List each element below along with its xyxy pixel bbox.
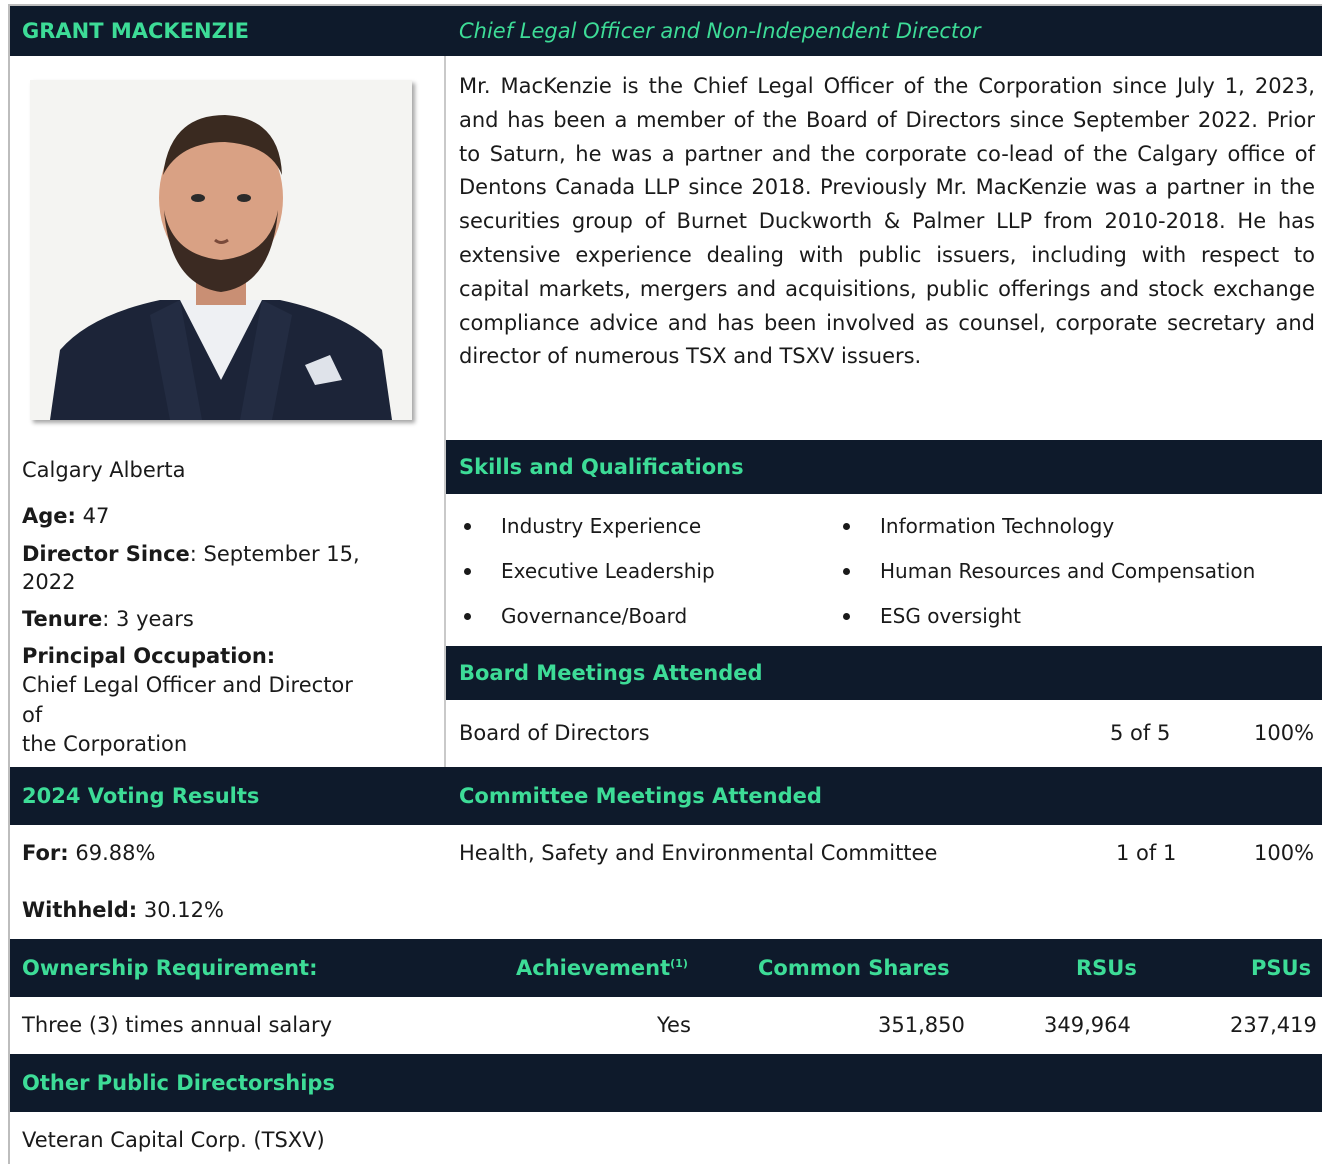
- bullet-icon: [843, 613, 850, 620]
- committee-count: 1 of 1: [1116, 841, 1177, 865]
- voting-for-label: For:: [22, 841, 69, 865]
- occupation-label: Principal Occupation:: [22, 644, 276, 668]
- age-value: 47: [75, 504, 110, 528]
- voting-withheld-label: Withheld:: [22, 898, 138, 922]
- voting-withheld-value: 30.12%: [137, 898, 224, 922]
- achievement-header: Achievement(1): [516, 956, 688, 980]
- bullet-icon: [464, 523, 471, 530]
- age-label: Age:: [22, 504, 76, 528]
- psus-value: 237,419: [1230, 1013, 1317, 1037]
- occupation-line-2: of: [22, 703, 43, 727]
- skills-heading: Skills and Qualifications: [459, 455, 744, 479]
- psus-header: PSUs: [1251, 956, 1312, 980]
- skill-item: Governance/Board: [501, 604, 688, 628]
- skill-item: Executive Leadership: [501, 559, 715, 583]
- skill-item: ESG oversight: [880, 604, 1021, 628]
- title-bar: GRANT MACKENZIE Chief Legal Officer and …: [10, 6, 1322, 56]
- tenure-value: : 3 years: [102, 607, 194, 631]
- occupation-line-1: Chief Legal Officer and Director: [22, 673, 353, 697]
- achievement-header-label: Achievement: [516, 956, 671, 980]
- skill-item: Information Technology: [880, 514, 1115, 538]
- voting-for: For: 69.88%: [22, 841, 155, 865]
- director-since-value: : September 15,: [189, 542, 360, 566]
- board-meetings-percent: 100%: [1254, 721, 1315, 745]
- skills-heading-bar: Skills and Qualifications: [446, 440, 1322, 494]
- ownership-heading-bar: Ownership Requirement: Achievement(1) Co…: [10, 939, 1322, 997]
- board-meetings-heading: Board Meetings Attended: [459, 661, 763, 685]
- director-since-label: Director Since: [22, 542, 190, 566]
- occupation-line-3: the Corporation: [22, 732, 188, 756]
- directorships-heading-bar: Other Public Directorships: [10, 1054, 1322, 1112]
- board-meetings-name: Board of Directors: [459, 721, 650, 745]
- director-since: Director Since: September 15,: [22, 542, 360, 566]
- rsus-value: 349,964: [1044, 1013, 1131, 1037]
- bullet-icon: [464, 613, 471, 620]
- tenure: Tenure: 3 years: [22, 607, 194, 631]
- voting-heading: 2024 Voting Results: [22, 784, 260, 808]
- achievement-footnote: (1): [670, 957, 688, 970]
- tenure-label: Tenure: [22, 607, 103, 631]
- achievement-value: Yes: [657, 1013, 691, 1037]
- skill-item: Human Resources and Compensation: [880, 559, 1256, 583]
- skill-item: Industry Experience: [501, 514, 702, 538]
- director-photo: [30, 80, 412, 420]
- voting-withheld: Withheld: 30.12%: [22, 898, 224, 922]
- director-since-year: 2022: [22, 570, 76, 594]
- board-meetings-heading-bar: Board Meetings Attended: [446, 646, 1322, 700]
- common-shares-value: 351,850: [878, 1013, 965, 1037]
- bullet-icon: [464, 568, 471, 575]
- board-meetings-count: 5 of 5: [1110, 721, 1171, 745]
- directorship-item: Veteran Capital Corp. (TSXV): [22, 1128, 325, 1152]
- director-biography: Mr. MacKenzie is the Chief Legal Officer…: [459, 74, 1315, 369]
- committee-percent: 100%: [1254, 841, 1315, 865]
- committee-heading: Committee Meetings Attended: [459, 784, 822, 808]
- ownership-requirement-header: Ownership Requirement:: [22, 956, 318, 980]
- voting-for-value: 69.88%: [68, 841, 156, 865]
- directorships-heading: Other Public Directorships: [22, 1071, 335, 1095]
- director-name: GRANT MACKENZIE: [22, 19, 250, 43]
- bullet-icon: [843, 523, 850, 530]
- common-shares-header: Common Shares: [758, 956, 950, 980]
- voting-committee-heading-bar: 2024 Voting Results Committee Meetings A…: [10, 767, 1322, 825]
- location: Calgary Alberta: [22, 458, 186, 482]
- ownership-requirement-value: Three (3) times annual salary: [22, 1013, 333, 1037]
- portrait-image: [30, 80, 412, 420]
- committee-name: Health, Safety and Environmental Committ…: [459, 841, 938, 865]
- rsus-header: RSUs: [1076, 956, 1137, 980]
- director-role: Chief Legal Officer and Non-Independent …: [459, 19, 981, 43]
- bullet-icon: [843, 568, 850, 575]
- age: Age: 47: [22, 504, 109, 528]
